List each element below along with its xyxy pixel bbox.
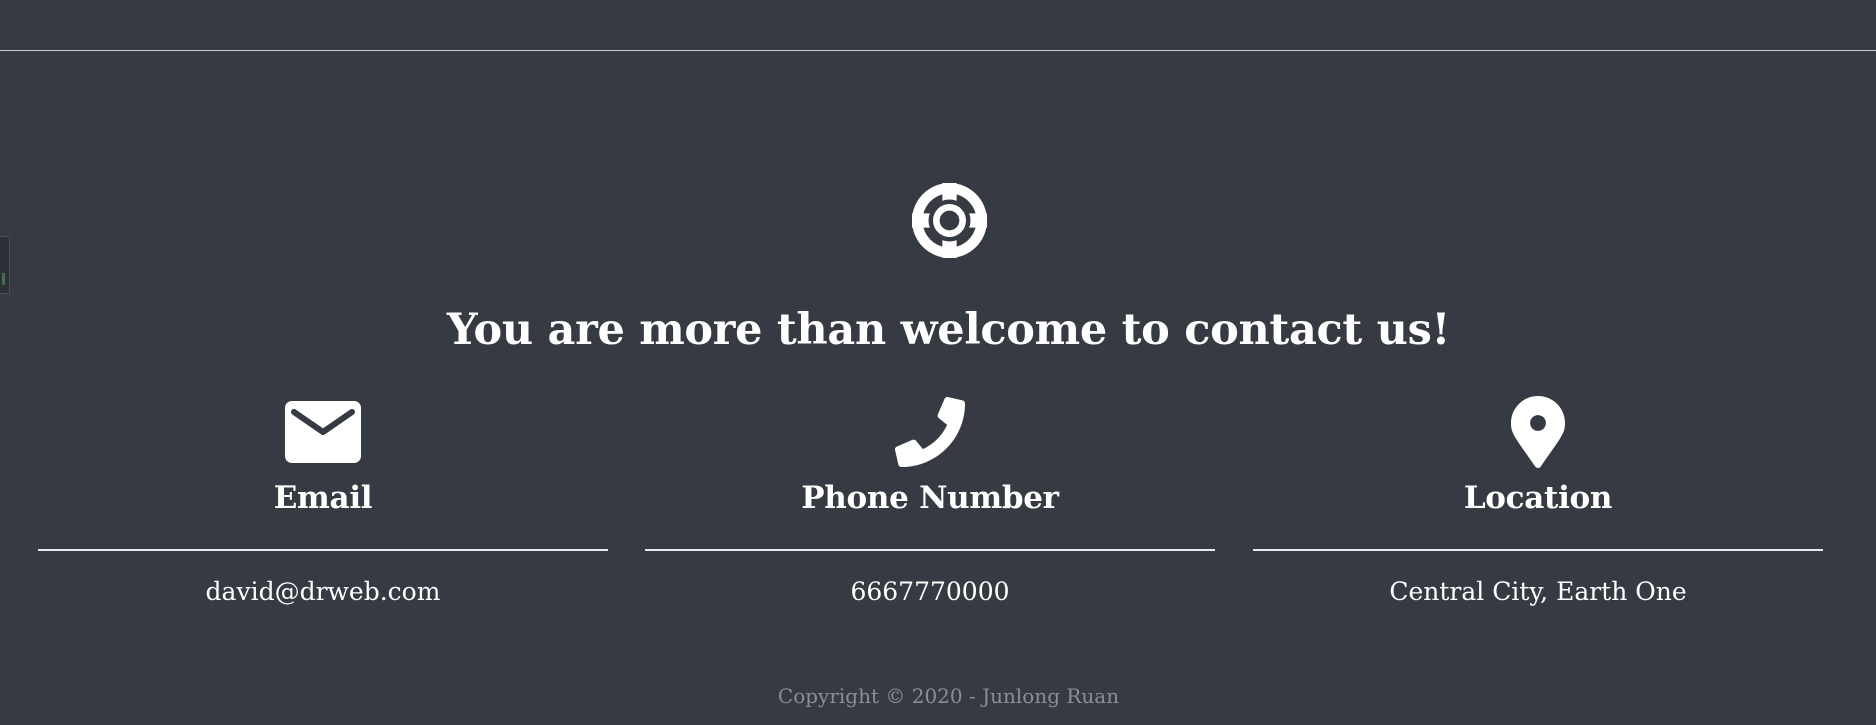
map-marker-icon — [1511, 396, 1565, 468]
envelope-icon — [285, 401, 361, 463]
contact-heading: You are more than welcome to contact us! — [446, 304, 1451, 355]
contact-item-phone: Phone Number 6667770000 — [645, 395, 1215, 609]
phone-value[interactable]: 6667770000 — [645, 575, 1215, 609]
phone-divider — [645, 549, 1215, 551]
email-divider — [38, 549, 608, 551]
location-value: Central City, Earth One — [1389, 577, 1687, 606]
life-ring-icon — [912, 183, 987, 258]
side-tab-handle[interactable] — [0, 236, 10, 294]
email-value[interactable]: david@drweb.com — [38, 575, 608, 609]
contact-item-location: Location Central City, Earth One — [1253, 395, 1823, 609]
location-label: Location — [1463, 480, 1613, 516]
phone-label: Phone Number — [801, 480, 1059, 516]
email-label: Email — [273, 480, 373, 516]
phone-icon — [895, 397, 965, 467]
location-divider — [1253, 549, 1823, 551]
contact-item-email: Email david@drweb.com — [38, 395, 608, 609]
top-divider — [0, 50, 1876, 51]
copyright-text: Copyright © 2020 - Junlong Ruan — [777, 684, 1120, 708]
